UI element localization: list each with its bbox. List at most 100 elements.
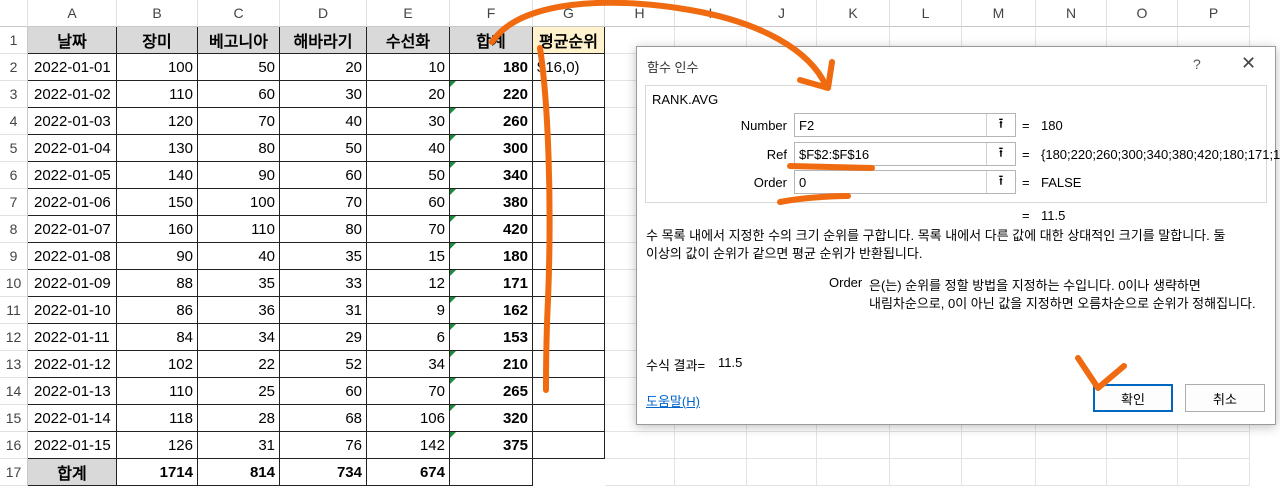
table-cell[interactable]: 106 bbox=[367, 405, 450, 432]
table-cell[interactable]: 70 bbox=[280, 189, 367, 216]
column-header[interactable]: L bbox=[890, 0, 962, 27]
column-header[interactable]: B bbox=[117, 0, 198, 27]
table-cell[interactable]: 20 bbox=[367, 81, 450, 108]
table-cell[interactable]: 6 bbox=[367, 324, 450, 351]
avg-rank-cell[interactable] bbox=[533, 432, 605, 459]
order-input[interactable] bbox=[795, 171, 995, 193]
table-cell[interactable]: 33 bbox=[280, 270, 367, 297]
header-cell-rose[interactable]: 장미 bbox=[117, 27, 198, 54]
grid-cell[interactable] bbox=[1036, 459, 1107, 486]
table-cell[interactable]: 420 bbox=[450, 216, 533, 243]
number-input[interactable] bbox=[795, 114, 995, 136]
table-cell[interactable]: 40 bbox=[198, 243, 280, 270]
header-cell-date[interactable]: 날짜 bbox=[28, 27, 117, 54]
table-cell[interactable]: 70 bbox=[367, 378, 450, 405]
table-cell[interactable]: 52 bbox=[280, 351, 367, 378]
table-cell[interactable]: 102 bbox=[117, 351, 198, 378]
table-cell[interactable]: 110 bbox=[198, 216, 280, 243]
column-header[interactable]: N bbox=[1036, 0, 1107, 27]
total-cell-rose[interactable]: 1714 bbox=[117, 459, 198, 486]
table-cell[interactable]: 80 bbox=[198, 135, 280, 162]
grid-cell[interactable] bbox=[747, 459, 817, 486]
table-cell[interactable]: 220 bbox=[450, 81, 533, 108]
table-cell[interactable]: 160 bbox=[117, 216, 198, 243]
avg-rank-cell[interactable] bbox=[533, 324, 605, 351]
row-header[interactable]: 2 bbox=[0, 54, 28, 81]
range-picker-icon[interactable]: ⭱ bbox=[986, 171, 1015, 193]
table-cell[interactable]: 34 bbox=[367, 351, 450, 378]
row-header[interactable]: 5 bbox=[0, 135, 28, 162]
grid-cell[interactable] bbox=[605, 459, 675, 486]
avg-rank-cell[interactable] bbox=[533, 243, 605, 270]
column-header[interactable]: J bbox=[747, 0, 817, 27]
table-cell[interactable]: 2022-01-02 bbox=[28, 81, 117, 108]
table-cell[interactable]: 2022-01-10 bbox=[28, 297, 117, 324]
row-header[interactable]: 16 bbox=[0, 432, 28, 459]
table-cell[interactable]: 9 bbox=[367, 297, 450, 324]
grid-cell[interactable] bbox=[747, 432, 817, 459]
table-cell[interactable]: 60 bbox=[367, 189, 450, 216]
avg-rank-cell[interactable] bbox=[533, 270, 605, 297]
row-header[interactable]: 13 bbox=[0, 351, 28, 378]
ok-button[interactable]: 확인 bbox=[1093, 384, 1173, 412]
column-header[interactable]: D bbox=[280, 0, 367, 27]
table-cell[interactable]: 68 bbox=[280, 405, 367, 432]
table-cell[interactable] bbox=[450, 459, 533, 486]
grid-cell[interactable] bbox=[1036, 432, 1107, 459]
table-cell[interactable]: 15 bbox=[367, 243, 450, 270]
table-cell[interactable]: 40 bbox=[367, 135, 450, 162]
grid-cell[interactable] bbox=[890, 459, 962, 486]
table-cell[interactable]: 10 bbox=[367, 54, 450, 81]
table-cell[interactable]: 2022-01-14 bbox=[28, 405, 117, 432]
table-cell[interactable]: 340 bbox=[450, 162, 533, 189]
table-cell[interactable]: 90 bbox=[117, 243, 198, 270]
table-cell[interactable]: 2022-01-03 bbox=[28, 108, 117, 135]
table-cell[interactable]: 2022-01-09 bbox=[28, 270, 117, 297]
column-header[interactable]: H bbox=[605, 0, 675, 27]
avg-rank-cell[interactable] bbox=[533, 135, 605, 162]
table-cell[interactable]: 2022-01-05 bbox=[28, 162, 117, 189]
table-cell[interactable]: 12 bbox=[367, 270, 450, 297]
table-cell[interactable]: 2022-01-04 bbox=[28, 135, 117, 162]
table-cell[interactable]: 142 bbox=[367, 432, 450, 459]
column-header[interactable]: I bbox=[675, 0, 747, 27]
avg-rank-cell[interactable] bbox=[533, 216, 605, 243]
column-header[interactable]: F bbox=[450, 0, 533, 27]
grid-cell[interactable] bbox=[962, 459, 1036, 486]
row-header[interactable]: 11 bbox=[0, 297, 28, 324]
avg-rank-cell[interactable] bbox=[533, 189, 605, 216]
avg-rank-cell[interactable] bbox=[533, 162, 605, 189]
grid-cell[interactable] bbox=[605, 432, 675, 459]
grid-cell[interactable] bbox=[1178, 459, 1250, 486]
header-cell-total[interactable]: 합계 bbox=[450, 27, 533, 54]
table-cell[interactable]: 28 bbox=[198, 405, 280, 432]
row-header[interactable]: 9 bbox=[0, 243, 28, 270]
help-link[interactable]: 도움말(H) bbox=[646, 391, 700, 410]
table-cell[interactable]: 40 bbox=[280, 108, 367, 135]
table-cell[interactable]: 34 bbox=[198, 324, 280, 351]
range-picker-icon[interactable]: ⭱ bbox=[986, 143, 1015, 165]
table-cell[interactable]: 84 bbox=[117, 324, 198, 351]
avg-rank-cell[interactable]: $16,0) bbox=[533, 54, 605, 81]
table-cell[interactable]: 2022-01-13 bbox=[28, 378, 117, 405]
total-label-cell[interactable]: 합계 bbox=[28, 459, 117, 486]
table-cell[interactable]: 320 bbox=[450, 405, 533, 432]
help-question-icon[interactable]: ? bbox=[1193, 56, 1201, 72]
column-header[interactable]: E bbox=[367, 0, 450, 27]
total-cell-daffodil[interactable]: 674 bbox=[367, 459, 450, 486]
table-cell[interactable]: 180 bbox=[450, 54, 533, 81]
grid-cell[interactable] bbox=[890, 432, 962, 459]
header-cell-begonia[interactable]: 베고니아 bbox=[198, 27, 280, 54]
avg-rank-cell[interactable] bbox=[533, 108, 605, 135]
grid-cell[interactable] bbox=[675, 459, 747, 486]
table-cell[interactable]: 31 bbox=[198, 432, 280, 459]
avg-rank-cell[interactable] bbox=[533, 405, 605, 432]
column-header[interactable]: A bbox=[28, 0, 117, 27]
table-cell[interactable]: 35 bbox=[198, 270, 280, 297]
row-header[interactable]: 17 bbox=[0, 459, 28, 486]
grid-cell[interactable] bbox=[1178, 432, 1250, 459]
table-cell[interactable]: 2022-01-01 bbox=[28, 54, 117, 81]
total-cell-begonia[interactable]: 814 bbox=[198, 459, 280, 486]
column-header[interactable]: P bbox=[1178, 0, 1250, 27]
table-cell[interactable]: 140 bbox=[117, 162, 198, 189]
